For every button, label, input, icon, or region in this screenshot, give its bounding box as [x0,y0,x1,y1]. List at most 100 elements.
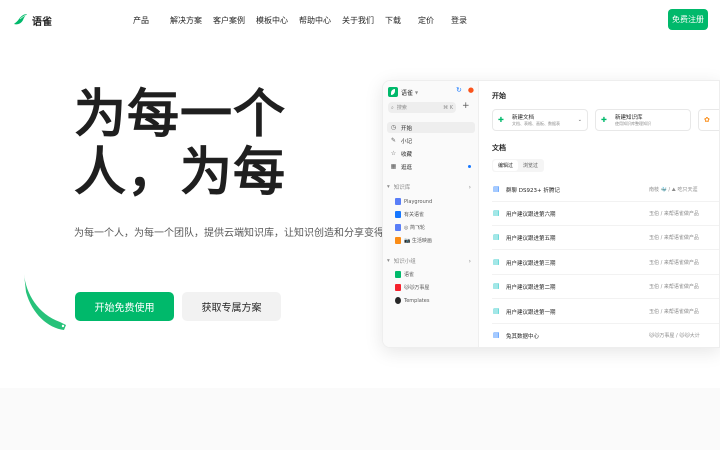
card-subtitle: 文档、表格、画板、数据表 [512,121,560,126]
menu-item-solutions[interactable]: 解决方案 [170,15,213,26]
doc-row[interactable]: ▤ 用户建议跟进第二期 玉伯 / 来帮语雀做产品 [492,275,719,299]
tab-edited[interactable]: 编辑过 [493,160,519,171]
sidebar-item-explore[interactable]: ▦ 逛逛 [387,161,475,172]
doc-icon: ▤ [493,331,500,339]
search-placeholder: 搜索 [396,105,407,111]
menu-item-pricing[interactable]: 定价 [418,15,451,26]
doc-meta: 🐱🐱万事屋 / 🐱🐱大计 [649,333,700,339]
app-preview-window: 语雀 ▼ ↻ ● ⌕ 搜索 ⌘ K + ◷ 开始 ✎ 小记 ☆ 收藏 ▦ 逛逛 [382,80,720,348]
doc-icon: ▤ [493,258,500,266]
template-card[interactable]: ✿ [698,109,719,131]
sidebar-item-favorites[interactable]: ☆ 收藏 [387,148,475,159]
sidebar-title[interactable]: 语雀 [401,88,413,97]
team-label: Templates [404,297,430,304]
kb-group-header[interactable]: ▾ 知识库 › [387,183,475,192]
sidebar-item-label: 小记 [401,138,413,145]
book-icon [395,224,401,231]
doc-title: 用户建议跟进第三期 [506,261,556,267]
sidebar-kb-item[interactable]: 有关语雀 [395,211,424,218]
get-plan-button[interactable]: 获取专属方案 [182,292,281,321]
kb-label: 有关语雀 [404,212,425,218]
doc-title: 群聊 DS923+ 折腾记 [506,188,560,194]
tab-viewed[interactable]: 浏览过 [518,160,543,171]
sidebar-kb-item[interactable]: 📷 生活映画 [395,237,432,244]
start-free-button[interactable]: 开始免费使用 [75,292,174,321]
book-icon [395,237,401,244]
sidebar-team-item[interactable]: 语雀 [395,271,414,278]
menu-item-download[interactable]: 下载 [385,15,418,26]
sidebar-item-notes[interactable]: ✎ 小记 [387,135,475,146]
sync-icon[interactable]: ↻ [456,86,462,94]
doc-row[interactable]: ▤ 用户建议跟进第五期 玉伯 / 来帮语雀做产品 [492,226,719,250]
chevron-right-icon: › [468,257,471,265]
hero-subtitle: 为每一个人，为每一个团队，提供云端知识库，让知识创造和分享变得简单 [74,228,404,239]
team-label: 语雀 [404,272,415,278]
doc-title: 用户建议跟进第六期 [506,212,556,218]
hero-title-line-2: 人，为每 [74,143,287,203]
new-kb-card[interactable]: ✚ 新建知识库 使用知识库整理知识 [595,109,691,131]
chevron-down-icon: ▾ [387,258,390,264]
docs-heading: 文档 [492,144,506,152]
menu-item-help[interactable]: 帮助中心 [299,15,342,26]
brand-logo[interactable]: 语雀 [12,12,52,28]
colorful-icon: ✿ [704,116,710,124]
doc-meta: 玉伯 / 来帮语雀做产品 [649,309,699,315]
team-group-header[interactable]: ▾ 知识小组 › [387,257,475,266]
sidebar-team-item[interactable]: Templates [395,297,429,304]
sidebar-search-input[interactable]: ⌕ 搜索 ⌘ K [388,102,456,113]
unread-dot [468,165,471,168]
doc-meta: 南枝 🐳 / ⛰ 吃只天涯 [649,187,698,193]
sidebar-kb-item[interactable]: Playground [395,198,432,205]
sidebar-item-label: 开始 [401,125,413,132]
sidebar-kb-item[interactable]: ◎ 简飞轮 [395,224,425,231]
doc-meta: 玉伯 / 来帮语雀做产品 [649,211,699,217]
team-group-label: 知识小组 [393,259,416,265]
card-subtitle: 使用知识库整理知识 [615,121,651,126]
card-title: 新建知识库 [615,115,643,121]
top-nav: 语雀 产品 解决方案 客户案例 模板中心 帮助中心 关于我们 下载 定价 登录 … [0,0,720,40]
app-logo-icon [388,87,398,97]
main-heading: 开始 [492,92,506,100]
curved-arrow-icon [24,274,66,330]
sidebar-item-label: 收藏 [401,151,413,158]
hero-title: 为每一个 人，为每 [74,86,286,202]
avatar[interactable]: ● [468,86,474,94]
kb-label: 📷 生活映画 [404,238,432,244]
add-icon[interactable]: + [462,101,470,111]
chevron-down-icon[interactable]: ⌄ [578,117,582,123]
hero-title-line-1: 为每一个 [74,85,287,145]
team-label: 🐱🐱万事屋 [404,285,430,291]
signup-button[interactable]: 免费注册 [668,9,708,30]
menu-item-cases[interactable]: 客户案例 [213,15,256,26]
doc-row[interactable]: ▤ 群聊 DS923+ 折腾记 南枝 🐳 / ⛰ 吃只天涯 [492,178,719,202]
kb-label: Playground [404,198,433,205]
menu-item-templates[interactable]: 模板中心 [256,15,299,26]
plus-doc-icon: ✚ [498,116,504,124]
brand-name: 语雀 [32,16,52,28]
sidebar-item-label: 逛逛 [401,164,413,171]
doc-row[interactable]: ▤ 用户建议跟进第六期 玉伯 / 来帮语雀做产品 [492,202,719,226]
doc-row[interactable]: ▤ 用户建议跟进第一期 玉伯 / 来帮语雀做产品 [492,300,719,324]
book-icon [395,211,401,218]
chevron-right-icon: › [468,183,471,191]
sidebar-team-item[interactable]: 🐱🐱万事屋 [395,284,429,291]
app-main: 开始 ✚ 新建文档 文档、表格、画板、数据表 ⌄ ✚ 新建知识库 使用知识库整理… [479,81,719,347]
doc-title: 用户建议跟进第二期 [506,285,556,291]
grid-icon: ▦ [390,163,397,170]
main-menu: 产品 解决方案 客户案例 模板中心 帮助中心 关于我们 下载 定价 登录 [133,15,481,26]
star-icon: ☆ [390,150,397,157]
plus-kb-icon: ✚ [601,116,607,124]
menu-item-login[interactable]: 登录 [451,15,481,26]
menu-item-about[interactable]: 关于我们 [342,15,385,26]
chevron-down-icon[interactable]: ▼ [415,90,418,95]
chevron-down-icon: ▾ [387,184,390,190]
menu-item-product[interactable]: 产品 [133,15,170,26]
new-doc-card[interactable]: ✚ 新建文档 文档、表格、画板、数据表 ⌄ [492,109,588,131]
clock-icon: ◷ [390,124,397,131]
doc-row[interactable]: ▤ 兔其数据中心 🐱🐱万事屋 / 🐱🐱大计 [492,324,719,347]
card-title: 新建文档 [512,115,535,121]
docs-tabs: 编辑过 浏览过 [492,159,545,172]
doc-title: 用户建议跟进第五期 [506,236,556,242]
doc-row[interactable]: ▤ 用户建议跟进第三期 玉伯 / 来帮语雀做产品 [492,251,719,275]
sidebar-item-start[interactable]: ◷ 开始 [387,122,475,133]
